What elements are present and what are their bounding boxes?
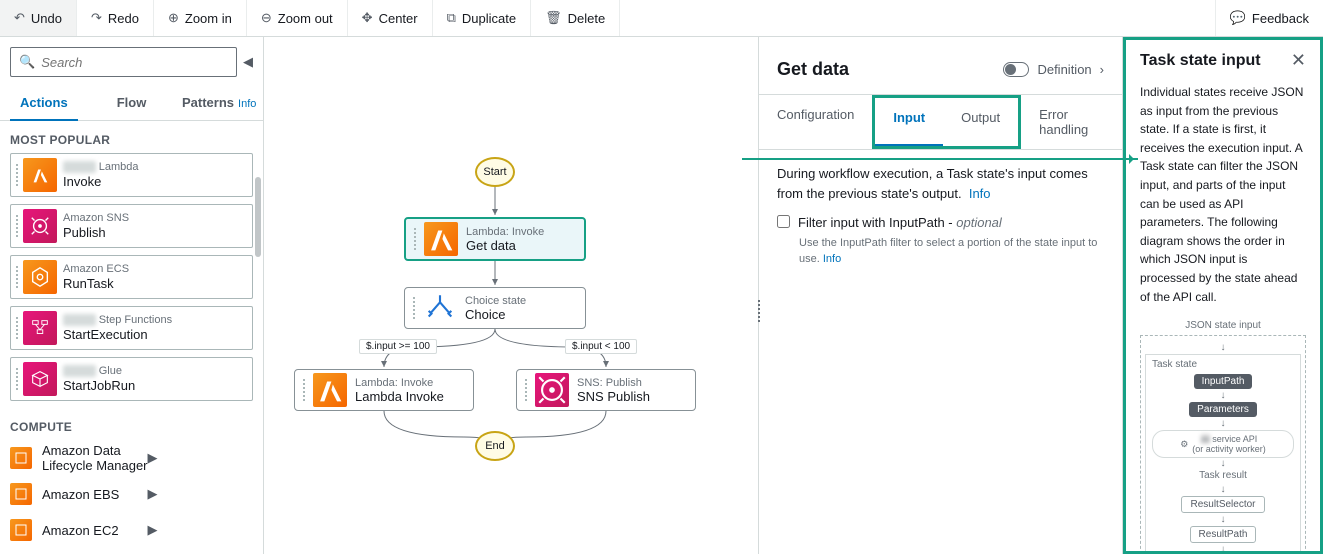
search-input[interactable]: 🔍 xyxy=(10,47,237,77)
compute-ebs[interactable]: Amazon EBS▶ xyxy=(10,476,253,512)
choice-icon xyxy=(423,291,457,325)
glue-icon xyxy=(23,362,57,396)
search-icon: 🔍 xyxy=(19,54,35,70)
resize-handle[interactable] xyxy=(755,296,763,326)
definition-toggle[interactable]: Definition › xyxy=(1003,62,1104,77)
state-lambda-invoke[interactable]: Lambda: InvokeLambda Invoke xyxy=(294,369,474,411)
redo-button[interactable]: ↷Redo xyxy=(77,0,154,36)
tab-configuration[interactable]: Configuration xyxy=(759,95,872,149)
state-sns-publish[interactable]: SNS: PublishSNS Publish xyxy=(516,369,696,411)
lambda-icon xyxy=(424,222,458,256)
undo-button[interactable]: ↶Undo xyxy=(0,0,77,36)
service-icon xyxy=(10,447,32,469)
compute-ec2[interactable]: Amazon EC2▶ xyxy=(10,512,253,548)
service-icon xyxy=(10,519,32,541)
tab-output[interactable]: Output xyxy=(943,98,1018,146)
chevron-right-icon: ▶ xyxy=(148,450,254,466)
scrollbar[interactable] xyxy=(255,177,261,257)
close-icon[interactable]: ✕ xyxy=(1291,50,1306,71)
lambda-icon xyxy=(23,158,57,192)
chevron-right-icon: ▶ xyxy=(148,486,254,502)
compute-dlm[interactable]: Amazon Data Lifecycle Manager▶ xyxy=(10,440,253,476)
delete-button[interactable]: 🗑Delete xyxy=(531,0,620,36)
center-button[interactable]: ✥Center xyxy=(348,0,433,36)
zoom-in-button[interactable]: ⊕Zoom in xyxy=(154,0,247,36)
filter-label: Filter input with InputPath - optional xyxy=(798,213,1002,233)
end-node[interactable]: End xyxy=(475,431,515,461)
tab-input[interactable]: Input xyxy=(875,98,943,146)
stepfunctions-icon xyxy=(23,311,57,345)
help-diagram: JSON state input ↓ Task state InputPath … xyxy=(1140,320,1306,554)
config-panel: Get data Definition › Configuration Inpu… xyxy=(759,37,1123,554)
info-link[interactable]: Info xyxy=(965,186,990,201)
zoom-out-icon: ⊖ xyxy=(261,10,272,26)
start-node[interactable]: Start xyxy=(475,157,515,187)
toolbar: ↶Undo ↷Redo ⊕Zoom in ⊖Zoom out ✥Center ⧉… xyxy=(0,0,1323,37)
state-choice[interactable]: Choice stateChoice xyxy=(404,287,586,329)
tab-error-handling[interactable]: Error handling xyxy=(1021,95,1122,149)
ecs-icon xyxy=(23,260,57,294)
service-icon xyxy=(10,483,32,505)
workflow-canvas[interactable]: Start Lambda: InvokeGet data Choice stat… xyxy=(264,37,759,554)
info-link[interactable]: Info xyxy=(823,253,841,265)
action-ecs-runtask[interactable]: Amazon ECSRunTask xyxy=(10,255,253,299)
tab-flow[interactable]: Flow xyxy=(88,85,176,120)
duplicate-button[interactable]: ⧉Duplicate xyxy=(433,0,532,36)
duplicate-icon: ⧉ xyxy=(447,10,456,26)
tab-patterns[interactable]: PatternsInfo xyxy=(175,85,263,120)
config-title: Get data xyxy=(777,59,849,80)
filter-help: Use the InputPath filter to select a por… xyxy=(799,235,1104,268)
section-most-popular: MOST POPULAR xyxy=(0,121,263,153)
redo-icon: ↷ xyxy=(91,10,102,26)
collapse-sidebar-icon[interactable]: ◀ xyxy=(243,54,253,70)
section-compute: COMPUTE xyxy=(0,408,263,440)
feedback-icon: 💬 xyxy=(1230,10,1246,26)
tab-actions[interactable]: Actions xyxy=(0,85,88,120)
action-lambda-invoke[interactable]: AWS LambdaInvoke xyxy=(10,153,253,197)
callout-arrow xyxy=(742,158,1138,160)
feedback-button[interactable]: 💬Feedback xyxy=(1215,0,1323,36)
help-title: Task state input xyxy=(1140,52,1261,70)
condition-label-1: $.input >= 100 xyxy=(359,339,437,354)
state-get-data[interactable]: Lambda: InvokeGet data xyxy=(404,217,586,261)
help-panel: Task state input ✕ Individual states rec… xyxy=(1123,37,1323,554)
help-body: Individual states receive JSON as input … xyxy=(1140,83,1306,306)
config-intro: During workflow execution, a Task state'… xyxy=(777,166,1088,201)
sns-icon xyxy=(535,373,569,407)
action-glue-startjobrun[interactable]: AWS GlueStartJobRun xyxy=(10,357,253,401)
condition-label-2: $.input < 100 xyxy=(565,339,637,354)
chevron-right-icon: ▶ xyxy=(148,522,254,538)
action-stepfn-startexecution[interactable]: AWS Step FunctionsStartExecution xyxy=(10,306,253,350)
delete-icon: 🗑 xyxy=(545,10,562,26)
center-icon: ✥ xyxy=(362,10,373,26)
sns-icon xyxy=(23,209,57,243)
action-sns-publish[interactable]: Amazon SNSPublish xyxy=(10,204,253,248)
undo-icon: ↶ xyxy=(14,10,25,26)
zoom-in-icon: ⊕ xyxy=(168,10,179,26)
toggle-icon xyxy=(1003,62,1029,77)
chevron-right-icon: › xyxy=(1100,62,1104,77)
lambda-icon xyxy=(313,373,347,407)
filter-inputpath-checkbox[interactable] xyxy=(777,215,790,228)
zoom-out-button[interactable]: ⊖Zoom out xyxy=(247,0,348,36)
sidebar: 🔍 ◀ Actions Flow PatternsInfo MOST POPUL… xyxy=(0,37,264,554)
